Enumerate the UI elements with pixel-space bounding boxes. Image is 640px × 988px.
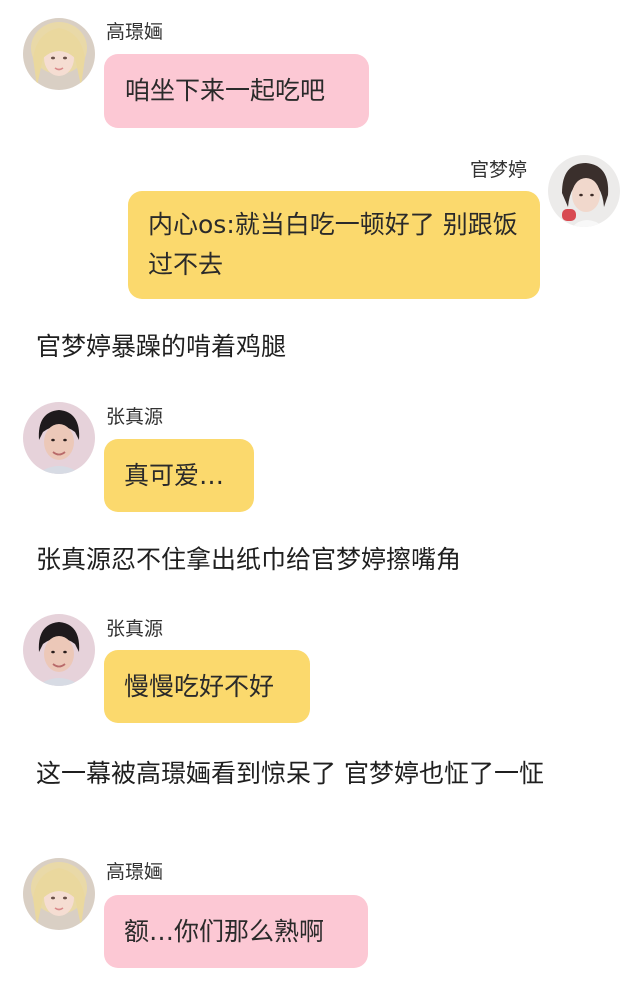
speaker-name: 张真源 — [106, 406, 164, 428]
avatar-gao[interactable] — [23, 18, 95, 90]
message-bubble: 真可爱… — [104, 439, 254, 512]
avatar-zhang[interactable] — [23, 614, 95, 686]
narration-text: 官梦婷暴躁的啃着鸡腿 — [36, 332, 287, 361]
speaker-name: 张真源 — [106, 618, 164, 640]
speaker-name: 高璟婳 — [106, 861, 164, 883]
message-bubble: 咱坐下来一起吃吧 — [104, 54, 369, 128]
narration-text: 张真源忍不住拿出纸巾给官梦婷擦嘴角 — [36, 545, 462, 574]
avatar-guan[interactable] — [548, 155, 620, 227]
message-bubble: 慢慢吃好不好 — [104, 650, 310, 723]
message-bubble: 内心os:就当白吃一顿好了 别跟饭过不去 — [128, 191, 540, 299]
speaker-name: 高璟婳 — [106, 21, 164, 43]
avatar-zhang[interactable] — [23, 402, 95, 474]
narration-text: 这一幕被高璟婳看到惊呆了 官梦婷也怔了一怔 — [36, 759, 544, 788]
speaker-name: 官梦婷 — [470, 159, 528, 181]
avatar-gao[interactable] — [23, 858, 95, 930]
message-bubble: 额…你们那么熟啊 — [104, 895, 368, 968]
